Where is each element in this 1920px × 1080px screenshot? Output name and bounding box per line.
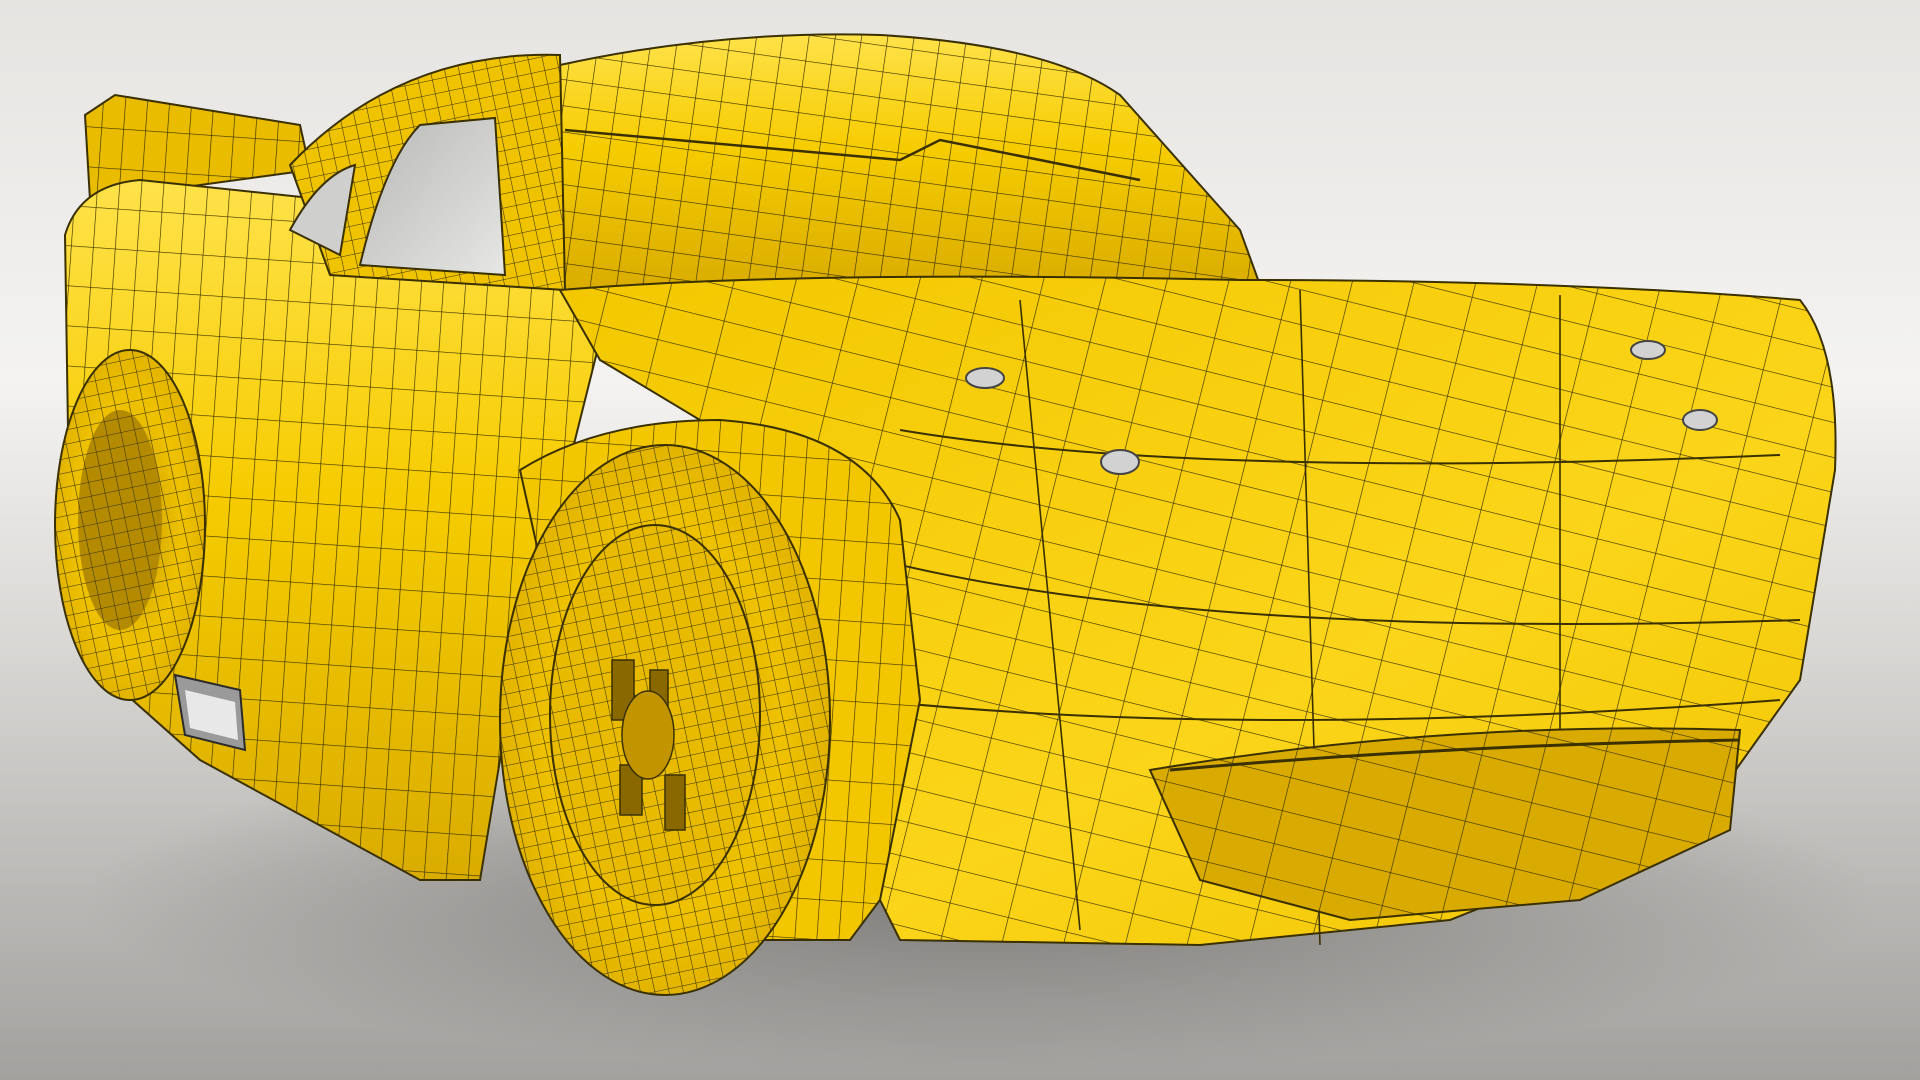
rear-wheel (54, 349, 206, 701)
viewport-render (0, 0, 1920, 1080)
